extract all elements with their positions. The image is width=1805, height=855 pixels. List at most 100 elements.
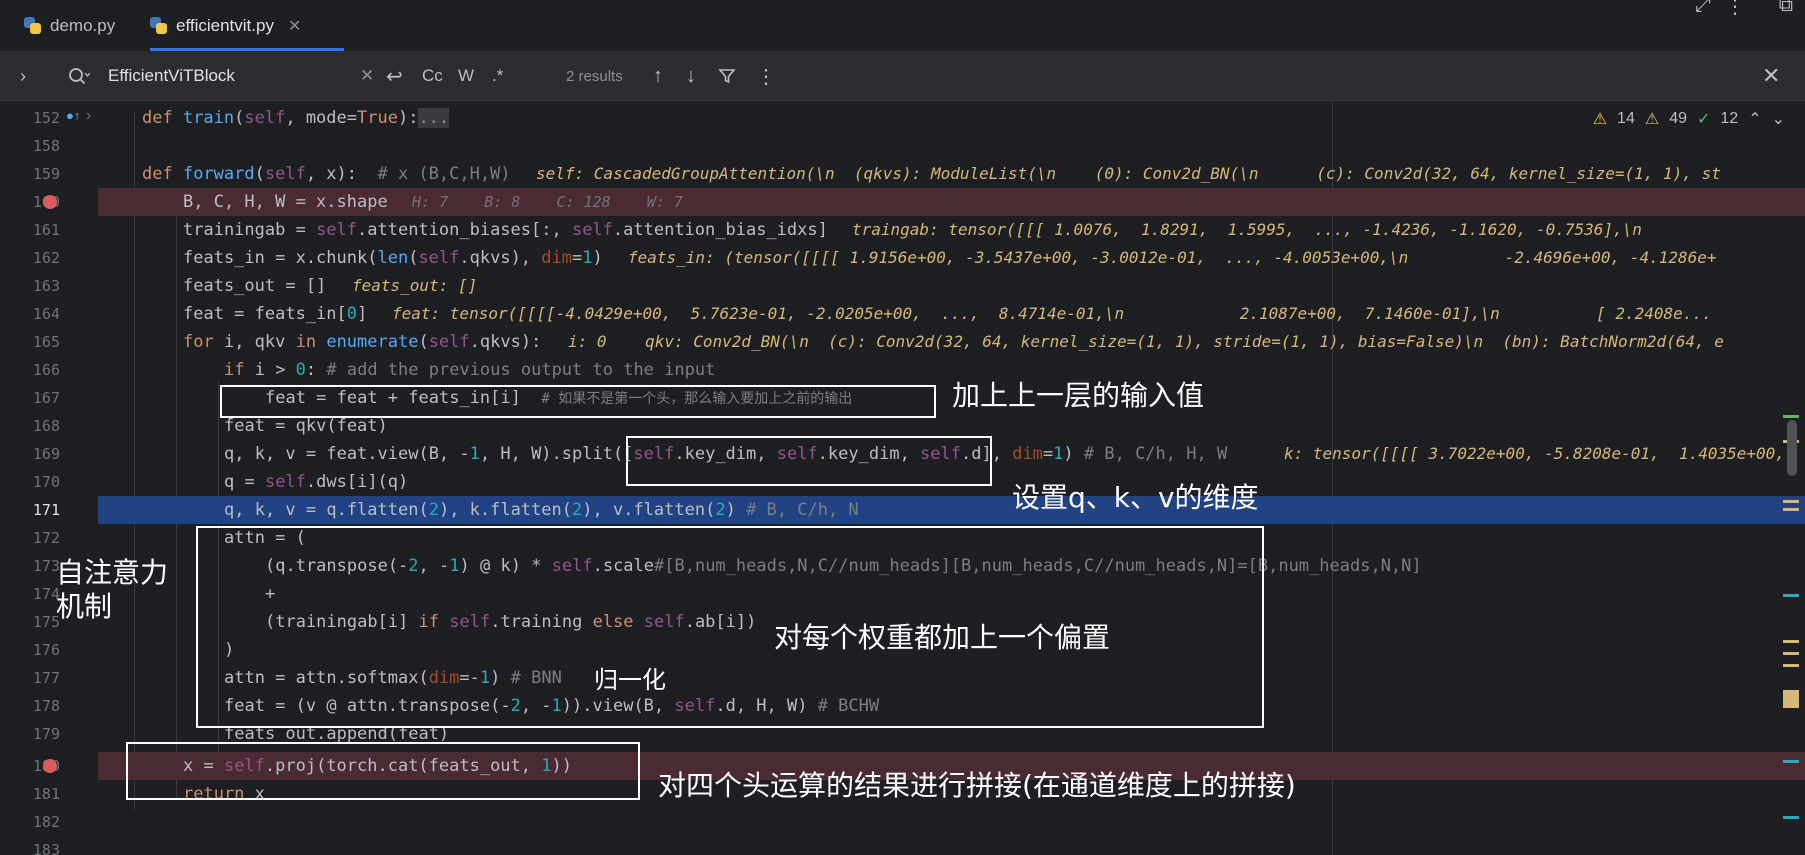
line-number: 158 [32,137,60,155]
code-line-165[interactable]: 165 for i, qkv in enumerate(self.qkvs): … [0,328,1805,356]
filter-icon[interactable] [718,52,736,100]
line-number: 170 [32,473,60,491]
code-line-183[interactable]: 183 [0,836,1805,855]
tab-efficientvit-py[interactable]: efficientvit.py ✕ [150,0,344,51]
tab-label: demo.py [50,15,116,35]
weak-warning-count: 49 [1669,110,1687,127]
line-number: 152 [32,109,60,127]
scroll-marker [1783,500,1799,503]
more-icon[interactable]: ⋮ [1725,0,1745,19]
annotation-box [220,385,936,418]
line-number: 171 [32,501,60,519]
line-number: 164 [32,305,60,323]
line-number: 169 [32,445,60,463]
code-text: feats_in = x.chunk(len(self.qkvs), dim=1… [183,248,624,268]
next-occurrence-icon[interactable]: ↓ [686,52,696,100]
inline-debug-value: feat: tensor([[[[-4.0429e+00, 5.7623e-01… [392,304,1712,323]
inspection-status[interactable]: ⚠ 14 ⚠ 49 ✓ 12 ⌃ ⌄ [1593,109,1785,129]
code-line-182[interactable]: 182 [0,808,1805,836]
line-number: 174 [32,585,60,603]
inline-debug-value: feats_out: [] [352,276,478,295]
code-line-158[interactable]: 158 [0,132,1805,160]
check-icon: ✓ [1696,111,1711,128]
override-icon: ●↑ [66,108,81,123]
tab-demo-py[interactable]: demo.py [24,0,115,51]
scrollbar-thumb[interactable] [1787,420,1797,476]
line-number: 179 [32,725,60,743]
code-line-166[interactable]: 166 if i > 0: # add the previous output … [0,356,1805,384]
search-input[interactable]: EfficientViTBlock [108,52,235,100]
breakpoint-icon[interactable] [43,759,57,773]
code-line-152[interactable]: 152 ●↑ › def train(self, mode=True):... [0,104,1805,132]
inline-debug-value: k: tensor([[[[ 3.7022e+00, -5.8208e-01, … [1284,444,1785,463]
fold-chevron-icon[interactable]: › [86,107,91,125]
line-number: 177 [32,669,60,687]
inline-debug-value: feats_in: (tensor([[[[ 1.9156e+00, -3.54… [628,248,1717,267]
line-number: 166 [32,361,60,379]
annotation-label: 设置q、k、v的维度 [1012,481,1259,514]
line-number: 159 [32,165,60,183]
warning-icon: ⚠ [1592,111,1608,128]
code-line-163[interactable]: 163 feats_out = [] feats_out: [] [0,272,1805,300]
clear-search-icon[interactable]: ✕ [360,52,374,100]
scroll-marker [1783,652,1799,655]
annotation-label: 对四个头运算的结果进行拼接(在通道维度上的拼接) [658,769,1296,802]
inline-debug-value: traingab: tensor([[[ 1.0076, 1.8291, 1.5… [852,220,1642,239]
code-text: feats_out = [] [183,276,347,296]
close-find-icon[interactable]: ✕ [1762,52,1780,100]
line-number: 162 [32,249,60,267]
more-options-icon[interactable]: ⋮ [756,52,776,100]
line-number: 175 [32,613,60,631]
scroll-marker [1783,690,1799,708]
code-text: B, C, H, W = x.shape [183,192,409,212]
code-text: feat = feats_in[0] [183,304,388,324]
annotation-box [126,742,640,800]
previous-occurrence-icon[interactable]: ↑ [653,52,663,100]
code-line-160[interactable]: 160 B, C, H, W = x.shape H: 7 B: 8 C: 12… [0,188,1805,216]
scroll-marker [1783,415,1799,418]
code-text: for i, qkv in enumerate(self.qkvs): [183,332,562,352]
python-file-icon [150,16,168,35]
close-icon[interactable]: ✕ [288,16,301,36]
line-number: 167 [32,389,60,407]
next-highlight-icon[interactable]: ⌄ [1772,109,1785,129]
code-line-171[interactable]: 171 q, k, v = q.flatten(2), k.flatten(2)… [0,496,1805,524]
code-text: q = self.dws[i](q) [224,472,409,492]
previous-highlight-icon[interactable]: ⌃ [1748,109,1761,129]
inline-debug-value: H: 7 B: 8 C: 128 W: 7 [412,193,683,211]
line-number: 163 [32,277,60,295]
scroll-marker [1783,760,1799,763]
search-icon[interactable] [68,52,90,100]
code-line-164[interactable]: 164 feat = feats_in[0] feat: tensor([[[[… [0,300,1805,328]
code-line-161[interactable]: 161 trainingab = self.attention_biases[:… [0,216,1805,244]
whole-words-toggle[interactable]: W [458,52,474,100]
scroll-marker [1783,640,1799,643]
inline-debug-value: i: 0 qkv: Conv2d_BN(\n (c): Conv2d(32, 6… [568,332,1724,351]
line-number: 181 [32,785,60,803]
code-text: q, k, v = q.flatten(2), k.flatten(2), v.… [224,500,859,520]
line-number: 161 [32,221,60,239]
code-text: if i > 0: # add the previous output to t… [224,360,716,380]
code-line-162[interactable]: 162 feats_in = x.chunk(len(self.qkvs), d… [0,244,1805,272]
new-line-icon[interactable]: ↩ [386,52,403,100]
expand-icon[interactable]: ⤢ [1695,0,1711,17]
line-number: 168 [32,417,60,435]
scroll-marker [1783,594,1799,597]
breakpoint-icon[interactable] [43,195,57,209]
chevron-right-icon[interactable]: › [20,52,26,100]
annotation-label: 归一化 [594,666,666,694]
code-line-159[interactable]: 159 def forward(self, x): # x (B,C,H,W) … [0,160,1805,188]
regex-toggle[interactable]: .* [492,52,503,100]
match-case-toggle[interactable]: Cc [422,52,443,100]
annotation-box [626,436,992,486]
typo-count: 12 [1720,110,1739,127]
line-number: 176 [32,641,60,659]
line-number: 173 [32,557,60,575]
split-icon[interactable]: ⧉ [1779,0,1793,17]
active-tab-indicator [150,48,344,51]
line-number: 178 [32,697,60,715]
weak-warning-icon: ⚠ [1644,111,1660,128]
inline-debug-value: self: CascadedGroupAttention(\n (qkvs): … [536,164,1721,183]
scroll-marker [1783,664,1799,667]
editor-tab-bar: demo.py efficientvit.py ✕ ⤢ ⋮ ⧉ [0,0,1805,52]
